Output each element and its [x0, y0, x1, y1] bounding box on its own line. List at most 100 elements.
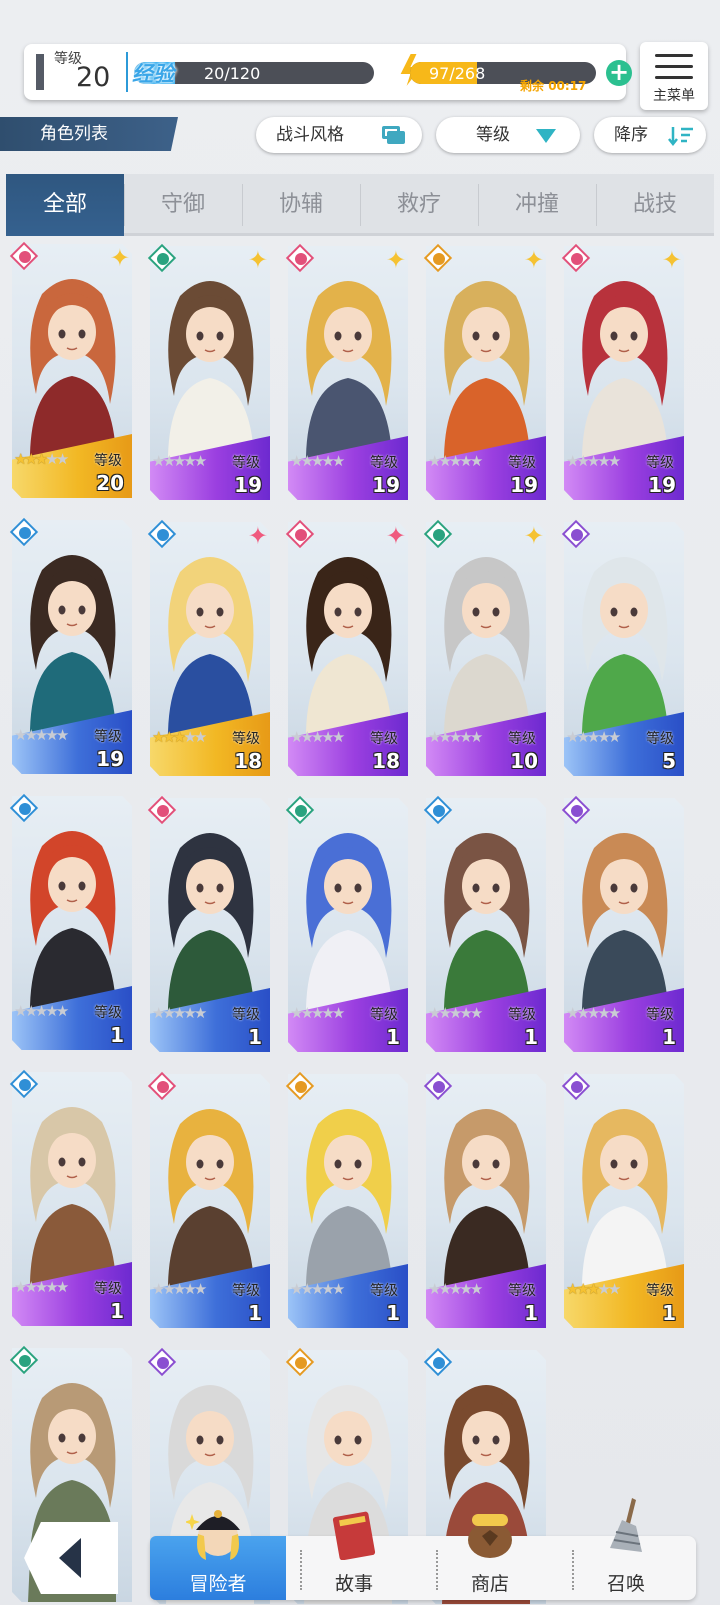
tab-all[interactable]: 全部	[6, 174, 124, 236]
level-sort-dropdown[interactable]: 等级	[436, 117, 580, 153]
star-icon: ★	[14, 1002, 25, 1020]
card-level-value: 1	[524, 1025, 538, 1049]
star-icon: ★	[45, 450, 56, 468]
character-card[interactable]: ★★★★★ 等级 20 ✦	[12, 244, 132, 498]
character-card[interactable]: ★★★★★ 等级 1	[564, 798, 684, 1052]
card-level-value: 1	[662, 1301, 676, 1325]
card-level-value: 1	[248, 1301, 262, 1325]
star-icon: ★	[566, 1280, 577, 1298]
class-badge-dot	[433, 529, 445, 541]
character-card[interactable]: ★★★★★ 等级 1	[150, 1074, 270, 1328]
card-level-label: 等级	[646, 1283, 674, 1299]
star-icon: ★	[152, 452, 163, 470]
character-card[interactable]: ★★★★★ 等级 1	[12, 796, 132, 1050]
nav-story-label: 故事	[334, 1573, 373, 1595]
battle-style-filter-button[interactable]: 战斗风格	[256, 117, 422, 153]
tab-charge[interactable]: 冲撞	[478, 174, 596, 236]
nav-adventurer[interactable]: 冒险者	[150, 1510, 286, 1600]
card-level-value: 1	[386, 1301, 400, 1325]
star-icon: ★	[438, 1004, 449, 1022]
back-arrow-icon	[59, 1538, 81, 1578]
star-icon: ★	[469, 1280, 481, 1298]
card-level-value: 19	[372, 473, 400, 497]
star-icon: ★	[300, 1280, 311, 1298]
tab-support[interactable]: 协辅	[242, 174, 360, 236]
class-badge-dot	[295, 1081, 307, 1093]
back-button[interactable]	[24, 1522, 118, 1594]
card-level-value: 10	[510, 749, 538, 773]
star-icon: ★	[428, 452, 439, 470]
character-card[interactable]: ★★★★★ 等级 1	[426, 798, 546, 1052]
star-icon: ★	[34, 726, 46, 744]
character-card[interactable]: ★★★★★ 等级 1	[288, 1074, 408, 1328]
star-icon: ★	[162, 728, 173, 746]
character-card[interactable]: ★★★★★ 等级 19 ✦	[288, 246, 408, 500]
remaining-time: 00:17	[548, 79, 587, 93]
star-icon: ★	[321, 452, 332, 470]
star-icon: ★	[607, 1280, 619, 1298]
star-icon: ★	[162, 1280, 173, 1298]
class-badge-icon	[423, 795, 453, 825]
card-level-value: 19	[510, 473, 538, 497]
class-filter-tabs: 全部 守御 协辅 救疗 冲撞 战技	[6, 174, 714, 236]
tab-combat-skill[interactable]: 战技	[596, 174, 714, 236]
main-menu-button[interactable]: 主菜单	[640, 42, 708, 110]
star-icon: ★	[597, 1280, 608, 1298]
energy-refill-timer: 剩余 00:17	[520, 77, 586, 94]
class-badge-icon	[285, 243, 315, 273]
star-icon: ★	[586, 452, 598, 470]
character-card[interactable]: ★★★★★ 等级 1	[12, 1072, 132, 1326]
star-icon: ★	[607, 452, 619, 470]
star-icon: ★	[469, 1004, 481, 1022]
class-badge-dot	[19, 251, 31, 263]
main-menu-label: 主菜单	[653, 88, 695, 104]
character-card[interactable]: ★★★★★ 等级 19 ✦	[564, 246, 684, 500]
character-card[interactable]: ★★★★★ 等级 1	[288, 798, 408, 1052]
tab-defense[interactable]: 守御	[124, 174, 242, 236]
star-icon: ★	[438, 452, 449, 470]
star-icon: ★	[438, 728, 449, 746]
character-card[interactable]: ★★★★★ 等级 18 ✦	[288, 522, 408, 776]
star-icon: ★	[459, 728, 470, 746]
class-badge-icon	[9, 793, 39, 823]
class-badge-dot	[571, 805, 583, 817]
star-icon: ★	[45, 1278, 56, 1296]
character-card[interactable]: ★★★★★ 等级 18 ✦	[150, 522, 270, 776]
star-icon: ★	[448, 1280, 460, 1298]
class-badge-dot	[19, 1355, 31, 1367]
tab-healing[interactable]: 救疗	[360, 174, 478, 236]
character-card[interactable]: ★★★★★ 等级 10 ✦	[426, 522, 546, 776]
character-card[interactable]: ★★★★★ 等级 19	[12, 520, 132, 774]
remaining-label: 剩余	[520, 79, 545, 93]
nav-summon[interactable]: 召唤	[558, 1498, 694, 1600]
nav-shop[interactable]: 商店	[422, 1514, 558, 1600]
sort-order-button[interactable]: 降序	[594, 117, 706, 153]
star-rating: ★★★★★	[152, 1280, 204, 1298]
class-badge-dot	[295, 529, 307, 541]
star-icon: ★	[14, 450, 25, 468]
character-card[interactable]: ★★★★★ 等级 1	[150, 798, 270, 1052]
star-rating: ★★★★★	[14, 1002, 66, 1020]
card-level-value: 1	[110, 1023, 124, 1047]
card-level-label: 等级	[232, 1007, 260, 1023]
star-rating: ★★★★★	[566, 1004, 618, 1022]
nav-story[interactable]: 故事	[286, 1511, 422, 1600]
level-stripe	[36, 54, 44, 90]
add-energy-button[interactable]: +	[606, 60, 632, 86]
star-icon: ★	[300, 728, 311, 746]
class-badge-dot	[157, 1357, 169, 1369]
character-card[interactable]: ★★★★★ 等级 1	[426, 1074, 546, 1328]
card-level-label: 等级	[94, 1005, 122, 1021]
character-card[interactable]: ★★★★★ 等级 5	[564, 522, 684, 776]
shop-bag-icon	[468, 1514, 512, 1558]
class-badge-dot	[295, 1357, 307, 1369]
card-level-label: 等级	[646, 731, 674, 747]
star-icon: ★	[300, 1004, 311, 1022]
class-badge-icon	[9, 241, 39, 271]
class-badge-dot	[571, 529, 583, 541]
character-card[interactable]: ★★★★★ 等级 1	[564, 1074, 684, 1328]
star-icon: ★	[321, 728, 332, 746]
character-card[interactable]: ★★★★★ 等级 19 ✦	[150, 246, 270, 500]
character-card[interactable]: ★★★★★ 等级 19 ✦	[426, 246, 546, 500]
star-icon: ★	[576, 728, 587, 746]
